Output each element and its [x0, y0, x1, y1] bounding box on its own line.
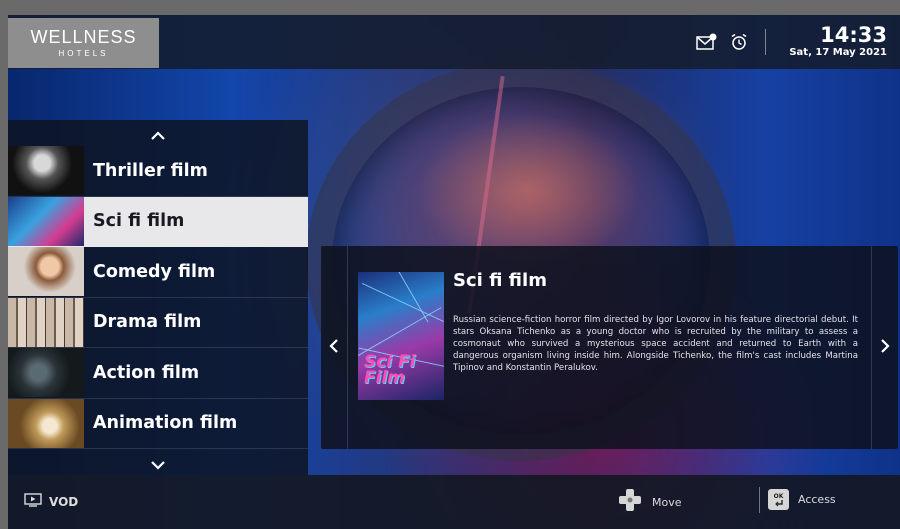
- category-item-action[interactable]: Action film: [8, 348, 308, 399]
- top-divider: [765, 29, 766, 55]
- access-hint: OK Access: [768, 489, 836, 510]
- film-detail-panel: Sci Fi Film Sci fi film Russian science-…: [321, 246, 898, 449]
- category-item-comedy[interactable]: Comedy film: [8, 247, 308, 298]
- animation-thumbnail: [8, 398, 84, 448]
- ok-key-icon: OK: [768, 489, 789, 510]
- clock: 14:33 Sat, 17 May 2021: [789, 24, 887, 58]
- tv-play-icon: [24, 492, 42, 511]
- tv-screen: WELLNESS HOTELS 14:33 Sat, 17 May 2021 T…: [8, 15, 900, 529]
- bottom-bar: VOD Move OK Access: [8, 475, 900, 529]
- alarm-clock-icon[interactable]: [730, 33, 748, 51]
- category-label: Action film: [93, 362, 200, 383]
- action-thumbnail: [8, 348, 84, 398]
- top-bar: WELLNESS HOTELS 14:33 Sat, 17 May 2021: [8, 15, 900, 69]
- film-poster: Sci Fi Film: [358, 272, 444, 400]
- category-item-animation[interactable]: Animation film: [8, 398, 308, 449]
- chevron-left-icon: [329, 338, 339, 358]
- access-label: Access: [798, 493, 836, 506]
- mail-notification-icon[interactable]: [696, 33, 718, 51]
- comedy-thumbnail: [8, 247, 84, 297]
- film-description: Russian science-fiction horror film dire…: [453, 315, 858, 373]
- scroll-down-icon[interactable]: [150, 456, 166, 475]
- category-label: Comedy film: [93, 261, 216, 282]
- clock-date: Sat, 17 May 2021: [789, 47, 887, 58]
- next-film-button[interactable]: [871, 246, 898, 449]
- category-item-thriller[interactable]: Thriller film: [8, 146, 308, 197]
- previous-film-button[interactable]: [321, 246, 348, 449]
- film-title: Sci fi film: [453, 270, 547, 291]
- category-item-drama[interactable]: Drama film: [8, 297, 308, 348]
- vod-section: VOD: [24, 492, 78, 511]
- poster-title: Sci Fi Film: [364, 352, 416, 388]
- vod-label: VOD: [49, 494, 79, 509]
- ok-key-label: OK: [773, 492, 784, 500]
- logo-subtitle: HOTELS: [58, 49, 109, 58]
- category-item-sci-fi[interactable]: Sci fi film: [8, 196, 308, 247]
- hotel-logo: WELLNESS HOTELS: [8, 18, 159, 68]
- category-label: Drama film: [93, 312, 202, 333]
- chevron-right-icon: [880, 338, 890, 358]
- thriller-thumbnail: [8, 146, 84, 196]
- category-label: Thriller film: [93, 160, 208, 181]
- move-label: Move: [652, 495, 682, 509]
- bottom-divider: [759, 487, 760, 513]
- logo-name: WELLNESS: [30, 27, 137, 47]
- category-list: Thriller film Sci fi film Comedy film Dr…: [8, 120, 308, 475]
- clock-time: 14:33: [820, 23, 887, 47]
- category-label: Animation film: [93, 413, 238, 434]
- scroll-up-icon[interactable]: [150, 126, 166, 145]
- dpad-icon: [618, 488, 642, 516]
- drama-thumbnail: [8, 297, 84, 347]
- move-hint: Move: [618, 488, 682, 516]
- sci-fi-thumbnail: [8, 196, 84, 246]
- category-label: Sci fi film: [93, 211, 185, 232]
